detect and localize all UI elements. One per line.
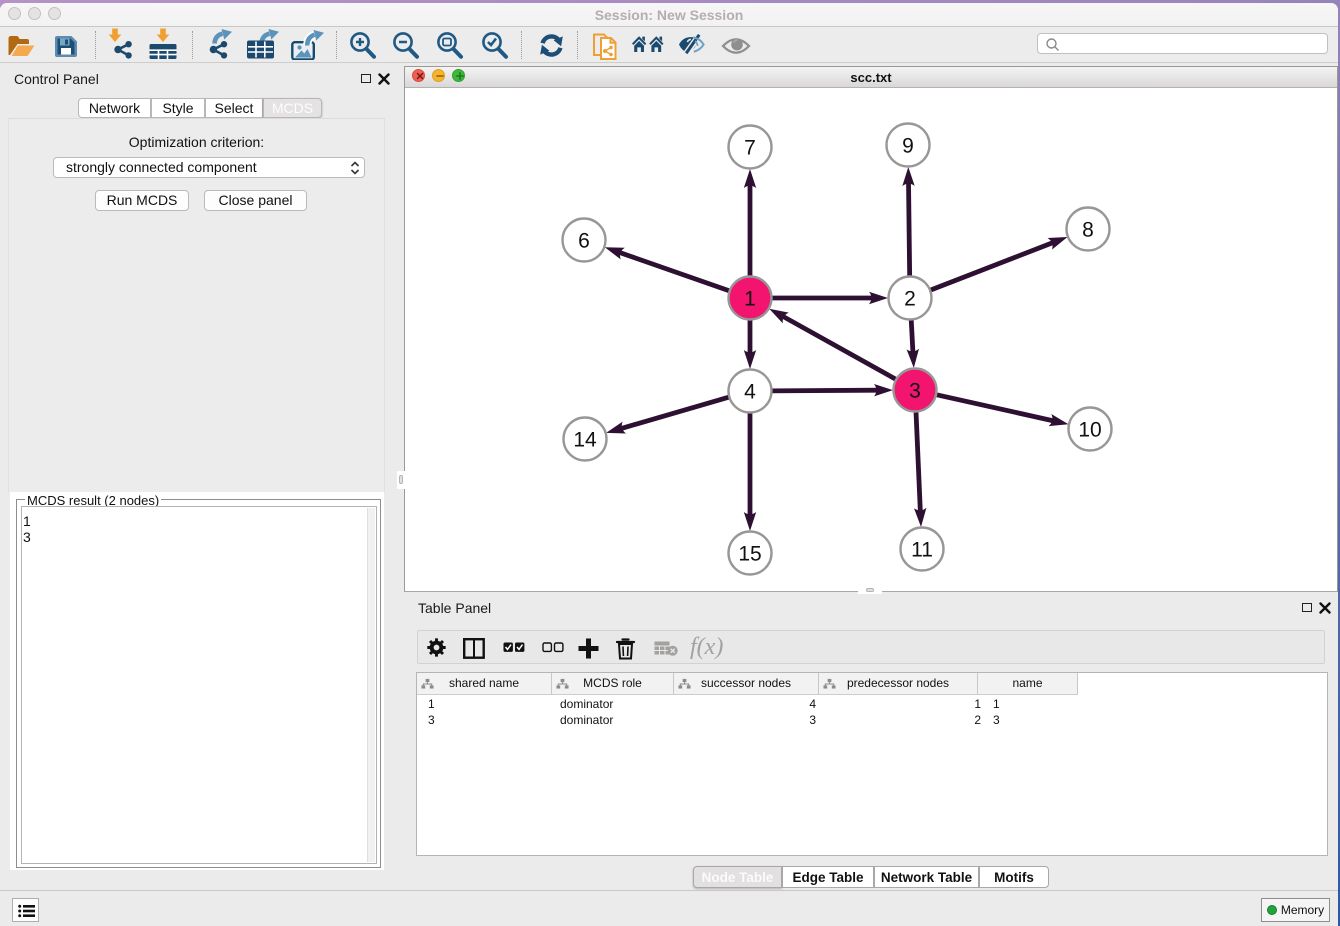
svg-text:1: 1 (744, 288, 756, 311)
svg-text:2: 2 (904, 288, 916, 311)
svg-text:8: 8 (1082, 219, 1094, 242)
svg-text:11: 11 (911, 539, 933, 562)
svg-text:4: 4 (744, 381, 756, 404)
svg-text:7: 7 (744, 137, 756, 160)
svg-text:10: 10 (1078, 419, 1101, 442)
svg-text:6: 6 (578, 230, 590, 253)
svg-text:14: 14 (573, 429, 597, 452)
svg-text:9: 9 (902, 135, 914, 158)
svg-text:15: 15 (738, 543, 761, 566)
svg-text:3: 3 (909, 380, 921, 403)
